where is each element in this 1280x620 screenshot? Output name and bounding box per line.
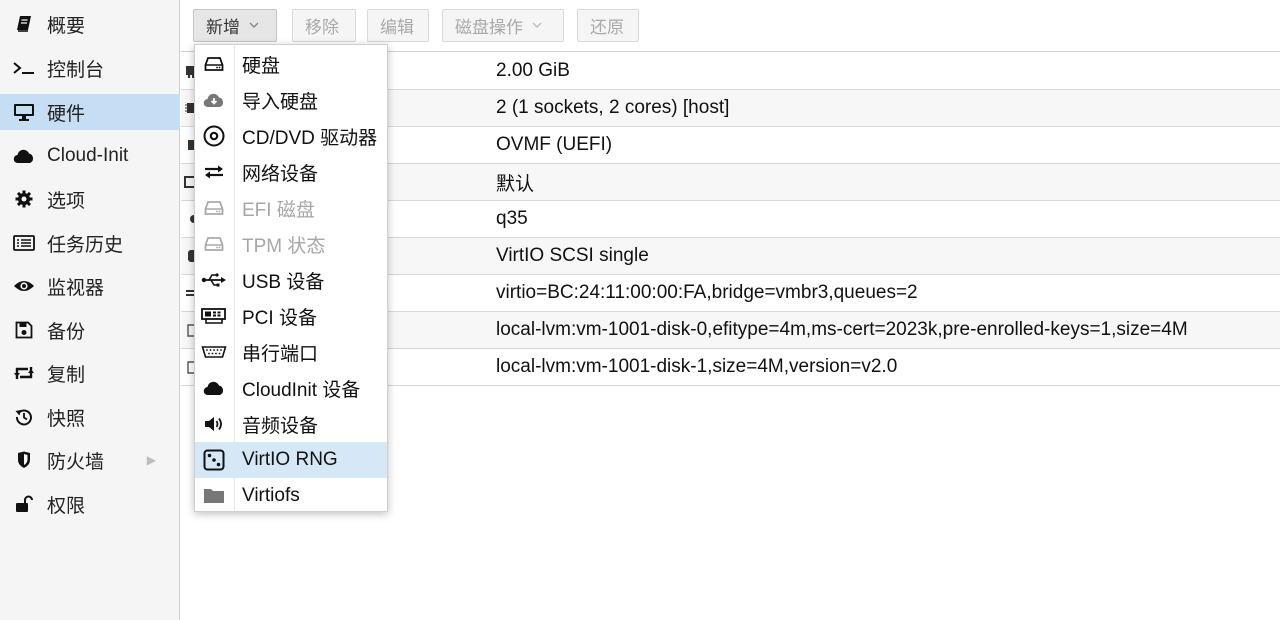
- monitor-icon: [13, 103, 35, 121]
- serial-port-icon: [195, 345, 233, 359]
- folder-icon: [195, 487, 233, 505]
- sidebar-item-label: 防火墙: [47, 451, 105, 473]
- remove-button[interactable]: 移除: [292, 9, 356, 42]
- unlock-icon: [13, 495, 35, 513]
- pci-card-icon: [195, 307, 233, 325]
- edit-button[interactable]: 编辑: [367, 9, 429, 42]
- sidebar-item-snapshot[interactable]: 快照: [0, 399, 180, 435]
- sidebar-item-label: 硬件: [47, 103, 86, 125]
- book-icon: [13, 15, 35, 33]
- sidebar-item-permissions[interactable]: 权限: [0, 486, 180, 522]
- history-icon: [13, 408, 35, 426]
- chevron-down-icon: [249, 22, 259, 29]
- sidebar-item-label: 监视器: [47, 277, 105, 299]
- shield-icon: [13, 451, 35, 469]
- row-value: 2 (1 sockets, 2 cores) [host]: [496, 97, 730, 118]
- sidebar-item-label: Cloud-Init: [47, 145, 129, 166]
- row-value: local-lvm:vm-1001-disk-1,size=4M,version…: [496, 356, 898, 377]
- sidebar-item-label: 权限: [47, 495, 86, 517]
- menu-item-label: 硬盘: [242, 55, 281, 77]
- add-button[interactable]: 新增: [193, 9, 277, 42]
- sidebar-item-console[interactable]: 控制台: [0, 50, 180, 86]
- hdd-icon: [195, 236, 233, 252]
- menu-item-virtio-rng[interactable]: VirtIO RNG: [195, 442, 387, 478]
- terminal-icon: [13, 60, 35, 76]
- row-value: local-lvm:vm-1001-disk-0,efitype=4m,ms-c…: [496, 319, 1188, 340]
- volume-icon: [195, 415, 233, 433]
- hdd-icon: [195, 56, 233, 72]
- menu-item-label: VirtIO RNG: [242, 449, 338, 470]
- menu-item-label: Virtiofs: [242, 485, 300, 506]
- menu-item-label: EFI 磁盘: [242, 199, 315, 221]
- sidebar-item-label: 概要: [47, 15, 86, 37]
- menu-item-pci-device[interactable]: PCI 设备: [195, 298, 387, 334]
- list-icon: [13, 235, 35, 251]
- menu-item-label: USB 设备: [242, 271, 325, 293]
- revert-button-label: 还原: [590, 18, 624, 37]
- add-hardware-menu: 硬盘 导入硬盘 CD/DVD 驱动器 网络设备 EFI 磁盘 TPM 状态 US…: [194, 44, 388, 512]
- menu-item-cloudinit-device[interactable]: CloudInit 设备: [195, 370, 387, 406]
- menu-item-label: 音频设备: [242, 415, 319, 437]
- menu-item-serial-port[interactable]: 串行端口: [195, 334, 387, 370]
- sidebar-item-task-history[interactable]: 任务历史: [0, 225, 180, 261]
- sidebar: 概要 控制台 硬件 Cloud-Init 选项 任务历史 监视器 备份 复制 快…: [0, 0, 180, 620]
- menu-item-audio-device[interactable]: 音频设备: [195, 406, 387, 442]
- sidebar-item-label: 复制: [47, 364, 86, 386]
- cloud-icon: [13, 148, 35, 164]
- row-value: 默认: [496, 173, 535, 195]
- disk-action-button-label: 磁盘操作: [455, 18, 523, 37]
- sidebar-item-cloud-init[interactable]: Cloud-Init: [0, 138, 180, 174]
- menu-item-efi-disk[interactable]: EFI 磁盘: [195, 190, 387, 226]
- sidebar-item-summary[interactable]: 概要: [0, 6, 180, 42]
- row-value: virtio=BC:24:11:00:00:FA,bridge=vmbr3,qu…: [496, 282, 918, 303]
- menu-item-label: 串行端口: [242, 343, 319, 365]
- row-value: q35: [496, 208, 528, 229]
- sidebar-item-label: 任务历史: [47, 234, 124, 256]
- usb-icon: [195, 272, 233, 288]
- menu-item-label: CD/DVD 驱动器: [242, 127, 378, 149]
- disc-icon: [195, 125, 233, 147]
- expand-arrow-icon[interactable]: ▶: [147, 453, 156, 467]
- sidebar-item-backup[interactable]: 备份: [0, 312, 180, 348]
- sidebar-item-options[interactable]: 选项: [0, 181, 180, 217]
- hdd-icon: [195, 200, 233, 216]
- sidebar-item-label: 备份: [47, 321, 86, 343]
- menu-item-label: 网络设备: [242, 163, 319, 185]
- menu-item-label: 导入硬盘: [242, 91, 319, 113]
- menu-item-label: TPM 状态: [242, 235, 326, 257]
- sidebar-item-label: 快照: [47, 408, 86, 430]
- menu-item-virtiofs[interactable]: Virtiofs: [195, 478, 387, 514]
- menu-item-cd-dvd[interactable]: CD/DVD 驱动器: [195, 118, 387, 154]
- menu-item-label: PCI 设备: [242, 307, 317, 329]
- edit-button-label: 编辑: [380, 18, 414, 37]
- menu-item-import-disk[interactable]: 导入硬盘: [195, 82, 387, 118]
- dice-icon: [195, 449, 233, 471]
- menu-item-tpm-state[interactable]: TPM 状态: [195, 226, 387, 262]
- sidebar-item-firewall[interactable]: 防火墙 ▶: [0, 442, 180, 478]
- row-value: 2.00 GiB: [496, 60, 570, 81]
- menu-item-network-device[interactable]: 网络设备: [195, 154, 387, 190]
- menu-item-hard-disk[interactable]: 硬盘: [195, 46, 387, 82]
- menu-item-usb-device[interactable]: USB 设备: [195, 262, 387, 298]
- sidebar-item-label: 控制台: [47, 59, 105, 81]
- exchange-icon: [195, 164, 233, 180]
- row-value: VirtIO SCSI single: [496, 245, 649, 266]
- sidebar-item-hardware[interactable]: 硬件: [0, 94, 180, 130]
- add-button-label: 新增: [206, 18, 240, 37]
- row-value: OVMF (UEFI): [496, 134, 613, 155]
- retweet-icon: [13, 365, 35, 381]
- chevron-down-icon: [532, 22, 542, 29]
- sidebar-item-label: 选项: [47, 190, 86, 212]
- gear-icon: [13, 190, 35, 208]
- revert-button[interactable]: 还原: [577, 9, 639, 42]
- sidebar-item-replication[interactable]: 复制: [0, 355, 180, 391]
- disk-action-button[interactable]: 磁盘操作: [442, 9, 564, 42]
- save-icon: [13, 321, 35, 339]
- cloud-download-icon: [195, 92, 233, 108]
- cloud-icon: [195, 380, 233, 396]
- sidebar-item-monitor[interactable]: 监视器: [0, 268, 180, 304]
- eye-icon: [13, 279, 35, 293]
- remove-button-label: 移除: [305, 18, 339, 37]
- menu-item-label: CloudInit 设备: [242, 379, 361, 401]
